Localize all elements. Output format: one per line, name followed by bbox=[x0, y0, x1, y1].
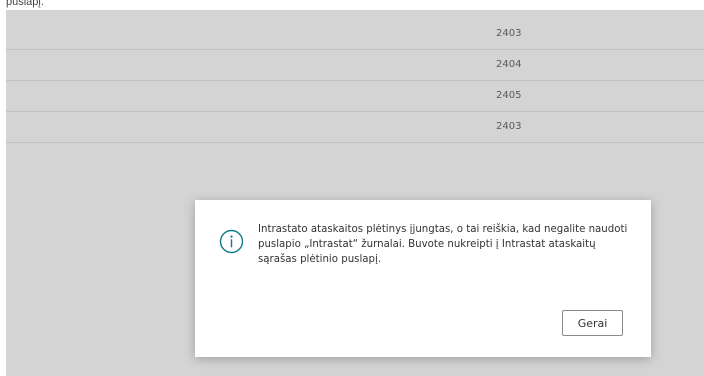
table-cell: 2403 bbox=[496, 121, 522, 132]
info-dialog: Intrastato ataskaitos plėtinys įjungtas,… bbox=[195, 200, 651, 357]
table-cell: 2403 bbox=[496, 28, 522, 39]
dialog-message: Intrastato ataskaitos plėtinys įjungtas,… bbox=[258, 224, 628, 265]
ok-button[interactable]: Gerai bbox=[562, 310, 623, 336]
table-row: 2403 bbox=[6, 112, 704, 143]
table-row: 2405 bbox=[6, 81, 704, 112]
top-strip-text: puslapį. bbox=[6, 0, 44, 8]
table-cell: 2405 bbox=[496, 90, 522, 101]
table-row: 2403 bbox=[6, 19, 704, 50]
table-row: 2404 bbox=[6, 50, 704, 81]
top-strip: puslapį. bbox=[0, 0, 704, 10]
table-cell: 2404 bbox=[496, 59, 522, 70]
info-icon bbox=[219, 229, 244, 254]
